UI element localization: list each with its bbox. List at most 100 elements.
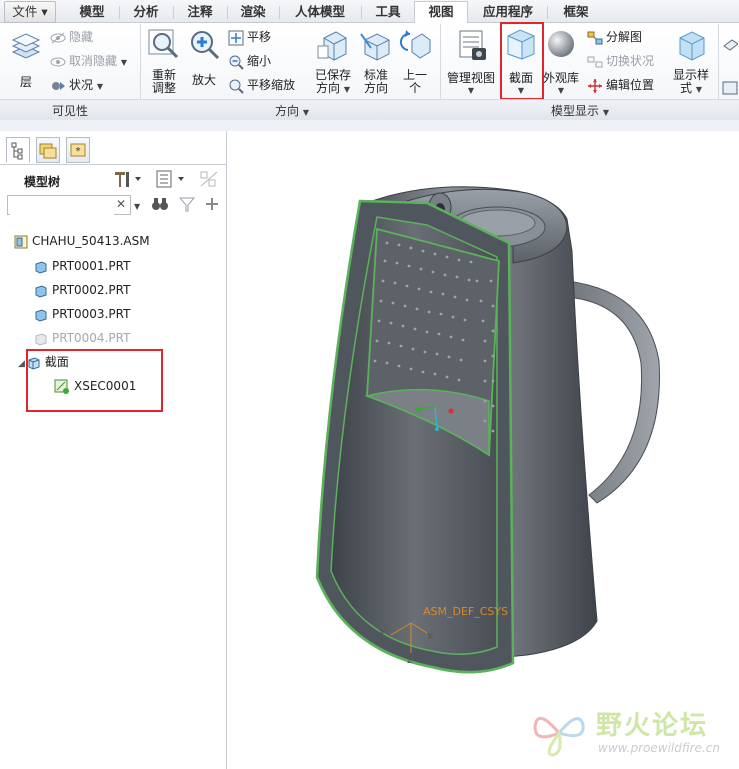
ribbon-bottom-gap — [0, 120, 739, 131]
toggle-status-button[interactable]: 切换状况 — [587, 52, 654, 70]
orientation-group-label[interactable]: 方向 ▼ — [262, 102, 322, 119]
appearance-sphere-icon — [548, 31, 574, 57]
tab-manikin[interactable]: 人体模型 — [278, 1, 362, 23]
tab-render[interactable]: 渲染 — [226, 1, 280, 23]
add-column-button[interactable] — [204, 195, 220, 216]
tab-tools[interactable]: 工具 — [360, 1, 416, 23]
toggle-status-label: 切换状况 — [606, 54, 655, 68]
model-display-group-label[interactable]: 模型显示 ▼ — [540, 102, 620, 119]
axis-x-label: x — [427, 629, 434, 642]
tree-disabled-button[interactable] — [198, 169, 220, 192]
tab-model[interactable]: 模型 — [64, 1, 120, 23]
unhide-eye-icon — [50, 57, 66, 66]
find-button[interactable] — [150, 195, 170, 216]
search-options-button[interactable]: ▼ — [134, 198, 140, 212]
file-menu[interactable]: 文件 ▾ — [4, 1, 56, 23]
tab-model-tree[interactable] — [6, 137, 30, 163]
visibility-group-label[interactable]: 可见性 — [40, 102, 100, 119]
teapot-section-model[interactable]: ASM_DEF_CSYS x y z — [227, 131, 739, 769]
layer-button[interactable]: 层 — [6, 30, 46, 90]
menu-bar: 文件 ▾ 模型 分析 注释 渲染 人体模型 工具 视图 应用程序 框架 — [0, 0, 739, 24]
display-style-button[interactable]: 显示样式 ▼ — [668, 28, 714, 96]
tree-search-input[interactable] — [10, 197, 114, 215]
overflow-tool-button[interactable] — [722, 34, 739, 52]
refit-button[interactable]: 重新调整 — [145, 28, 183, 95]
zoom-in-icon — [191, 31, 220, 60]
refit-magnifier-icon — [148, 29, 179, 59]
tab-model-label: 模型 — [79, 4, 105, 19]
part-icon — [35, 308, 47, 322]
model-display-group-dropdown-icon: ▼ — [602, 108, 609, 117]
search-clear-icon[interactable]: ✕ — [116, 197, 126, 211]
tree-columns-icon — [156, 170, 184, 188]
refit-label: 重新调整 — [151, 68, 176, 95]
tree-part-label: PRT0004.PRT — [52, 331, 131, 345]
tree-disabled-icon — [200, 171, 218, 187]
manage-views-button[interactable]: 管理视图 ▼ — [444, 28, 498, 95]
tab-favorites[interactable]: * — [66, 137, 90, 163]
tab-analysis-label: 分析 — [133, 4, 159, 19]
zoom-in-button[interactable]: 放大 — [186, 28, 222, 88]
standard-orientation-label: 标准方向 — [363, 68, 388, 95]
appearance-gallery-button[interactable]: 外观库 ▼ — [540, 28, 582, 95]
tree-part-label: PRT0002.PRT — [52, 283, 131, 297]
edit-position-label: 编辑位置 — [606, 78, 655, 92]
tree-item-root[interactable]: CHAHU_50413.ASM — [14, 231, 150, 251]
tab-analysis[interactable]: 分析 — [118, 1, 174, 23]
navigator-panel: * 模型树 ✕ ▼ CHAHU_50413.ASM PRT0001.PRT PR… — [0, 131, 227, 769]
edit-position-button[interactable]: 编辑位置 — [587, 76, 654, 94]
tab-applications[interactable]: 应用程序 — [468, 1, 548, 23]
pan-icon — [228, 30, 244, 45]
orientation-group-text: 方向 — [275, 104, 300, 118]
zoom-out-label: 缩小 — [247, 54, 272, 68]
filter-button[interactable] — [178, 195, 196, 216]
saved-orientation-dropdown-icon: ▼ — [343, 85, 350, 94]
standard-orientation-button[interactable]: 标准方向 — [358, 28, 394, 95]
zoom-out-button[interactable]: 缩小 — [228, 52, 271, 70]
manage-views-icon — [459, 30, 486, 60]
filter-funnel-icon — [178, 197, 196, 212]
previous-view-button[interactable]: 上一个 — [397, 28, 433, 95]
pan-zoom-icon — [229, 79, 244, 94]
tab-view[interactable]: 视图 — [414, 1, 468, 24]
tab-framework[interactable]: 框架 — [546, 1, 606, 23]
saved-orientation-button[interactable]: 已保存方向 ▼ — [311, 28, 355, 96]
display-style-dropdown-icon: ▼ — [695, 85, 702, 94]
appearance-gallery-label: 外观库 — [542, 71, 579, 85]
model-tree-header: 模型树 ✕ ▼ — [0, 164, 226, 219]
tree-filters-button[interactable] — [154, 169, 190, 192]
unhide-button[interactable]: 取消隐藏 ▼ — [50, 52, 127, 70]
model-tree-title: 模型树 — [24, 175, 61, 189]
appearance-dropdown-icon: ▼ — [557, 86, 565, 95]
tree-item-part[interactable]: PRT0003.PRT — [34, 304, 130, 324]
orientation-group-dropdown-icon: ▼ — [302, 108, 309, 117]
favorites-tab-icon: * — [70, 143, 86, 157]
hide-eye-icon — [50, 32, 66, 43]
forum-logo-butterfly-icon — [533, 716, 585, 757]
model-tree-tab-icon — [11, 142, 23, 160]
search-options-dropdown-icon: ▼ — [134, 202, 141, 211]
hide-button[interactable]: 隐藏 — [50, 28, 93, 46]
graphics-area[interactable]: ASM_DEF_CSYS x y z — [227, 131, 739, 769]
pan-button[interactable]: 平移 — [228, 28, 271, 46]
tab-folder-browser[interactable] — [36, 137, 60, 163]
previous-view-icon — [399, 30, 431, 59]
tree-item-part[interactable]: PRT0002.PRT — [34, 280, 130, 300]
saved-orientation-label: 已保存方向 ▼ — [311, 69, 355, 96]
status-button[interactable]: 状况 ▼ — [50, 76, 103, 94]
tree-item-part-hidden[interactable]: PRT0004.PRT — [34, 328, 130, 348]
tree-settings-button[interactable] — [112, 169, 146, 192]
display-style-text: 显示样式 — [672, 68, 709, 95]
svg-text:*: * — [76, 146, 81, 157]
pan-label: 平移 — [247, 30, 272, 44]
display-style-label: 显示样式 ▼ — [668, 69, 714, 96]
tab-manikin-label: 人体模型 — [294, 4, 345, 19]
overflow-tool-button-2[interactable] — [722, 78, 739, 96]
pan-zoom-label: 平移缩放 — [247, 78, 296, 92]
exploded-view-button[interactable]: 分解图 — [587, 28, 642, 46]
tree-search-box[interactable]: ✕ — [7, 195, 131, 215]
tree-item-part[interactable]: PRT0001.PRT — [34, 256, 130, 276]
pan-zoom-button[interactable]: 平移缩放 — [228, 76, 295, 94]
collapse-triangle-icon[interactable]: ◢ — [18, 359, 25, 369]
tab-annotate[interactable]: 注释 — [172, 1, 228, 23]
